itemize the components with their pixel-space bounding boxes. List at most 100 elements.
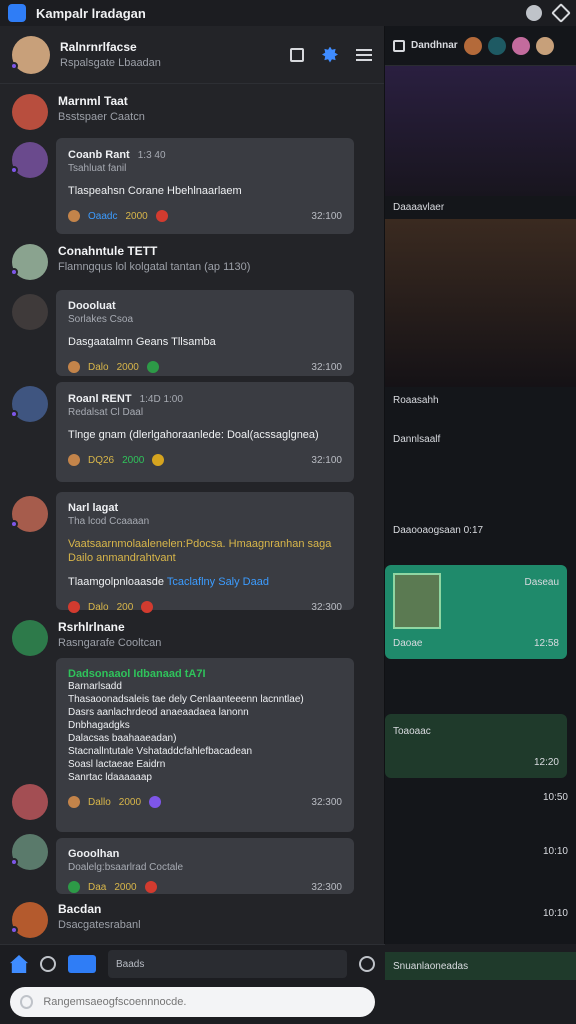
reaction-icon[interactable]: [155, 210, 168, 222]
card-time: 32:100: [311, 210, 342, 222]
avatar[interactable]: [463, 36, 482, 55]
online-icon: [10, 520, 18, 528]
card-sub: Tha lcod Ccaaaan: [68, 516, 150, 527]
reaction-icon[interactable]: [146, 361, 159, 373]
map-thumbnail-icon[interactable]: [393, 573, 441, 629]
timestamp: 10:10: [542, 908, 568, 919]
card-link[interactable]: Tcaclaflny Saly Daad: [167, 576, 269, 588]
card-time: 12:20: [533, 757, 559, 768]
message-card[interactable]: Coanb Rant 1:3 40 Tsahluat fanil Tlaspea…: [56, 138, 354, 234]
avatar: [10, 834, 48, 870]
green-card[interactable]: Daseau Daoae 12:58: [385, 565, 567, 659]
reaction-icon[interactable]: [68, 796, 80, 808]
emoji-icon[interactable]: [20, 995, 34, 1009]
list-item[interactable]: Rsrhlrlnane Rasngarafe Cooltcan: [12, 620, 161, 656]
card-text-lead: Tlaamgolpnloaasde: [68, 576, 165, 588]
emoji-icon[interactable]: [359, 956, 375, 972]
message-card[interactable]: Narl lagat Tha lcod Ccaaaan Vaatsaarnmol…: [56, 492, 354, 613]
list-item-text: Roaasahh: [393, 395, 439, 406]
timestamp: 10:10: [542, 846, 568, 857]
list-item-text: Daaooaogsaan 0:17: [393, 525, 484, 536]
reaction-label[interactable]: Oaadc: [88, 211, 117, 222]
reaction-label[interactable]: Dallo: [88, 797, 111, 808]
right-title: Dandhnar: [411, 40, 458, 51]
keyboard-icon[interactable]: [68, 955, 96, 973]
avatar: [10, 244, 48, 280]
card-sub: Sorlakes Csoa: [68, 314, 134, 325]
reaction-count[interactable]: 2000: [122, 455, 144, 466]
avatar: [12, 94, 48, 130]
draft-field[interactable]: Baads: [108, 950, 347, 978]
online-icon: [10, 410, 18, 418]
message-feed: Marnml Taat Bsstspaer Caatcn Coanb Rant …: [0, 84, 385, 944]
reaction-label[interactable]: DQ26: [88, 455, 114, 466]
card-title: Toaoaac: [393, 726, 431, 737]
reaction-icon[interactable]: [68, 601, 80, 613]
avatar-row: [10, 834, 48, 870]
avatar-row: [10, 496, 48, 532]
card-link[interactable]: Sanrtac ldaaaaaap: [68, 771, 342, 784]
reaction-icon[interactable]: [68, 361, 80, 373]
card-highlight: Dadsonaaol Idbanaad tA7I: [68, 668, 206, 680]
window-icon[interactable]: [393, 39, 405, 52]
avatar: [12, 784, 48, 820]
reaction-icon[interactable]: [68, 210, 80, 222]
close-icon[interactable]: [551, 3, 571, 23]
avatar[interactable]: [10, 35, 50, 74]
message-input[interactable]: [43, 996, 365, 1008]
window-title: Kampalr lradagan: [36, 5, 146, 21]
avatar: [10, 386, 48, 422]
media-preview[interactable]: [385, 66, 576, 196]
right-list: Roaasahh Dannlsaalf Daaooaogsaan 0:17: [385, 387, 576, 544]
reaction-label[interactable]: Daa: [88, 882, 106, 893]
reaction-icon[interactable]: [141, 601, 154, 613]
reaction-label[interactable]: Dalo: [88, 602, 109, 613]
avatar: [12, 620, 48, 656]
avatar-row: [12, 294, 48, 330]
title-bar: Kampalr lradagan: [0, 0, 576, 26]
reaction-icon[interactable]: [144, 881, 157, 893]
message-card[interactable]: Roanl RENT 1:4D 1:00 Redalsat Cl Daal Tl…: [56, 382, 354, 482]
status-icon[interactable]: [526, 5, 542, 21]
reaction-label[interactable]: Dalo: [88, 362, 109, 373]
entry-name: Bacdan: [58, 902, 102, 916]
list-item[interactable]: Marnml Taat Bsstspaer Caatcn: [12, 94, 145, 130]
gear-icon[interactable]: [322, 46, 338, 63]
home-icon[interactable]: [10, 955, 28, 973]
avatar[interactable]: [535, 36, 554, 55]
card-text: Tlnge gnam (dlerlgahoraanlede: Doal(acss…: [68, 429, 319, 441]
card-time: 12:58: [533, 638, 559, 649]
avatar: [10, 496, 48, 532]
reaction-count[interactable]: 2000: [114, 882, 136, 893]
list-item-text: Dasrs aanlachrdeod anaeaadaea lanonn: [68, 707, 249, 718]
list-item-text: Barnarlsadd: [68, 681, 122, 692]
list-item-text: Soasl lactaeae Eaidrn: [68, 759, 166, 770]
reaction-count[interactable]: 200: [117, 602, 134, 613]
app-window: Kampalr lradagan Ralnrnrlfacse Rspalsgat…: [0, 0, 576, 1024]
reaction-icon[interactable]: [68, 881, 80, 893]
reaction-icon[interactable]: [152, 454, 165, 466]
media-preview[interactable]: [385, 219, 576, 387]
dark-green-card[interactable]: Toaoaac 12:20: [385, 714, 567, 778]
card-text: Tlaspeahsn Corane Hbehlnaarlaem: [68, 185, 242, 197]
reaction-count[interactable]: 2000: [117, 362, 139, 373]
avatar[interactable]: [511, 36, 530, 55]
message-card[interactable]: Dadsonaaol Idbanaad tA7I Barnarlsadd Tha…: [56, 658, 354, 832]
right-status-bar: Snuanlaoneadas: [385, 952, 576, 980]
message-card[interactable]: Gooolhan Doalelg:bsaarlrad Coctale Daa 2…: [56, 838, 354, 894]
message-card[interactable]: Doooluat Sorlakes Csoa Dasgaatalmn Geans…: [56, 290, 354, 376]
avatar[interactable]: [487, 36, 506, 55]
list-item[interactable]: Bacdan Dsacgatesrabanl: [10, 902, 141, 938]
right-panel: Dandhnar Daaaavlaer Roaasahh Dannlsaalf …: [385, 26, 576, 1024]
menu-icon[interactable]: [356, 48, 372, 61]
reaction-icon[interactable]: [149, 796, 162, 808]
reaction-bar: Oaadc 2000 32:100: [68, 210, 342, 222]
clock-icon[interactable]: [40, 956, 56, 972]
window-icon[interactable]: [290, 47, 304, 62]
reaction-count[interactable]: 2000: [119, 797, 141, 808]
list-item[interactable]: Conahntule TETT Flamngqus lol kolgatal t…: [10, 244, 250, 280]
chat-panel: Ralnrnrlfacse Rspalsgate Lbaadan Marnml …: [0, 26, 385, 1024]
reaction-icon[interactable]: [68, 454, 80, 466]
app-icon: [8, 4, 26, 22]
reaction-count[interactable]: 2000: [125, 211, 147, 222]
